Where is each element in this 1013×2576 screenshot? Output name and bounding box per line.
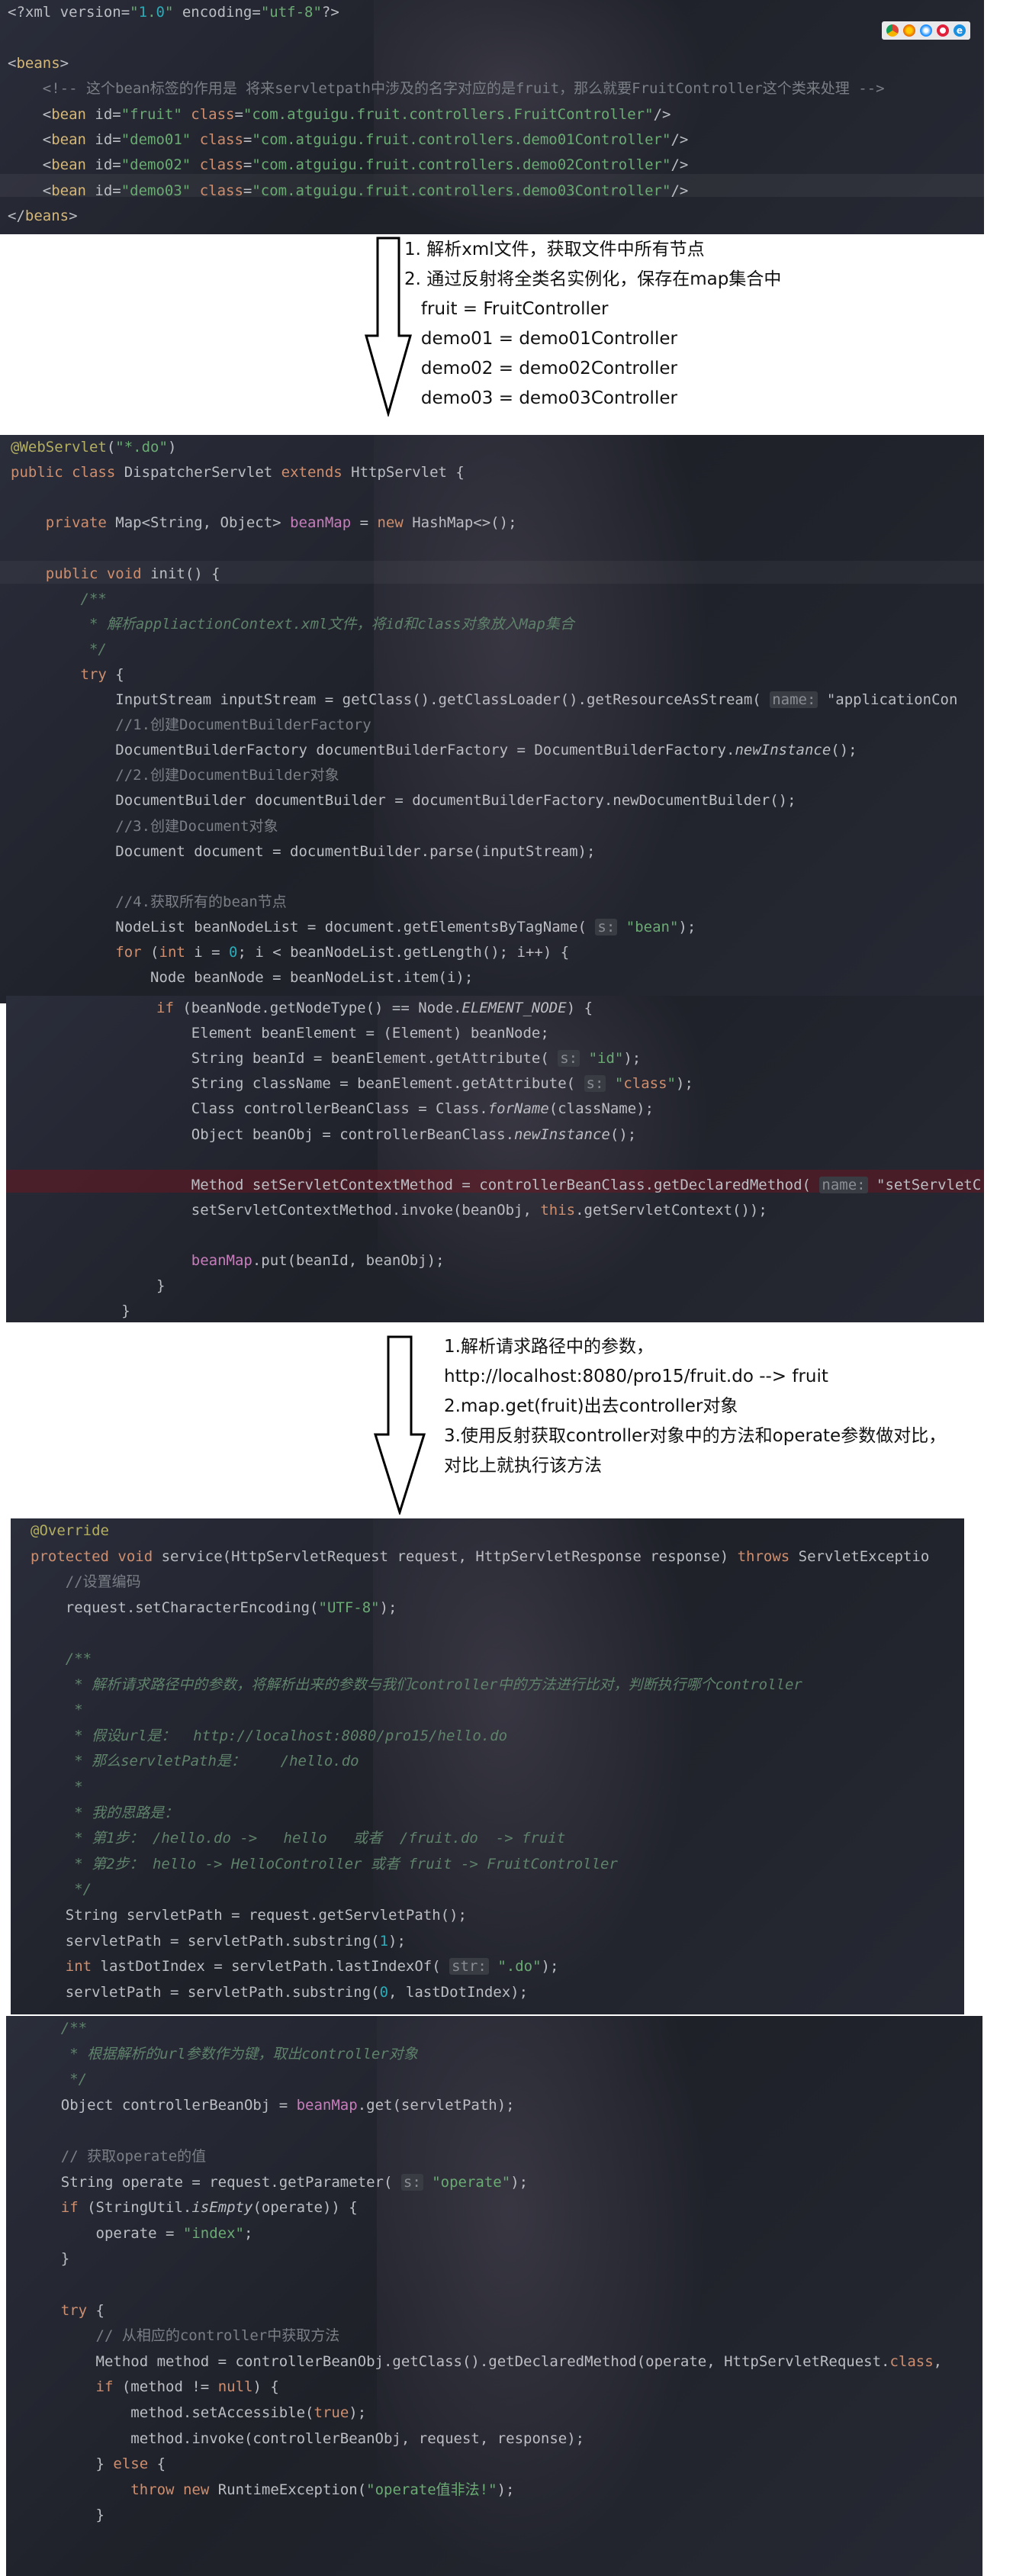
annotation-line: fruit = FruitController xyxy=(404,299,609,319)
code-line: <beans> xyxy=(8,54,69,72)
code-line: String beanId = beanElement.getAttribute… xyxy=(17,1050,642,1067)
code-line: //3.创建Document对象 xyxy=(11,817,278,835)
chrome-icon[interactable] xyxy=(886,24,899,37)
code-line: <bean id="demo02" class="com.atguigu.fru… xyxy=(8,156,689,174)
browser-icons: e xyxy=(882,21,970,40)
code-line: DocumentBuilderFactory documentBuilderFa… xyxy=(11,742,857,759)
code-line: Document document = documentBuilder.pars… xyxy=(11,842,596,860)
annotation-line: 1. 解析xml文件，获取文件中所有节点 xyxy=(404,240,705,259)
code-line: /** xyxy=(26,2020,88,2037)
annotation-line: 3.使用反射获取controller对象中的方法和operate参数做对比， xyxy=(444,1426,947,1446)
code-line: String operate = request.getParameter( s… xyxy=(26,2173,529,2191)
code-line: String className = beanElement.getAttrib… xyxy=(17,1075,693,1093)
annotation-line: 1.解析请求路径中的参数， xyxy=(444,1337,654,1357)
code-line: beanMap.put(beanId, beanObj); xyxy=(191,1252,445,1269)
annotation-line: demo02 = demo02Controller xyxy=(404,359,677,378)
firefox-icon[interactable] xyxy=(903,24,915,37)
code-line: servletPath = servletPath.substring(1); xyxy=(31,1932,406,1950)
code-line: try { xyxy=(60,2301,105,2319)
code-line: operate = "index"; xyxy=(26,2224,253,2242)
code-line: // 获取operate的值 xyxy=(26,2148,207,2165)
code-line: <?xml version="1.0" encoding="utf-8"?> xyxy=(8,4,339,21)
code-line: */ xyxy=(11,640,107,658)
code-line: try { xyxy=(80,665,124,683)
annotation-line: http://localhost:8080/pro15/fruit.do -->… xyxy=(444,1367,828,1386)
ie-icon[interactable]: e xyxy=(954,24,966,37)
code-line: } xyxy=(26,2250,70,2268)
code-line: </beans> xyxy=(8,208,78,225)
code-line: * 解析appliactionContext.xml文件，将id和class对象… xyxy=(11,615,574,633)
code-line: if (method != null) { xyxy=(95,2378,279,2396)
code-line: * 解析请求路径中的参数，将解析出来的参数与我们controller中的方法进行… xyxy=(31,1676,802,1693)
code-line: /** xyxy=(11,590,107,607)
code-line: request.setCharacterEncoding("UTF-8"); xyxy=(31,1599,397,1616)
code-line: @WebServlet("*.do") xyxy=(11,439,177,456)
code-line: int lastDotIndex = servletPath.lastIndex… xyxy=(65,1958,559,1975)
code-line: * xyxy=(31,1779,83,1795)
code-line: public class DispatcherServlet extends H… xyxy=(11,464,465,481)
code-line: private Map<String, Object> beanMap = ne… xyxy=(45,514,517,532)
service-code-panel: @Override protected void service(HttpServ… xyxy=(11,1518,964,2014)
code-line: public void init() { xyxy=(45,565,220,582)
code-line: // 从相应的controller中获取方法 xyxy=(26,2327,340,2345)
code-line: Object beanObj = controllerBeanClass.new… xyxy=(17,1125,637,1143)
code-line: */ xyxy=(31,1881,92,1898)
code-line: @Override xyxy=(31,1522,109,1539)
code-line: <!-- 这个bean标签的作用是 将来servletpath中涉及的名字对应的… xyxy=(8,80,885,98)
code-line: servletPath = servletPath.substring(0, l… xyxy=(31,1983,529,2001)
annotation-xml-parse: 1. 解析xml文件，获取文件中所有节点 2. 通过反射将全类名实例化，保存在m… xyxy=(404,238,781,410)
code-line: Class controllerBeanClass = Class.forNam… xyxy=(17,1100,654,1118)
opera-icon[interactable] xyxy=(937,24,949,37)
code-line: } xyxy=(17,1302,130,1320)
code-line: method.invoke(controllerBeanObj, request… xyxy=(26,2429,585,2447)
code-line: Element beanElement = (Element) beanNode… xyxy=(17,1025,549,1042)
code-line: * 第1步： /hello.do -> hello 或者 /fruit.do -… xyxy=(31,1830,566,1847)
code-line: //1.创建DocumentBuilderFactory xyxy=(11,716,371,734)
code-line: setServletContextMethod.invoke(beanObj, … xyxy=(17,1201,767,1219)
annotation-line: 对比上就执行该方法 xyxy=(444,1456,602,1476)
code-line: Method method = controllerBeanObj.getCla… xyxy=(26,2352,951,2370)
code-line: <bean id="fruit" class="com.atguigu.frui… xyxy=(8,105,671,123)
code-line: method.setAccessible(true); xyxy=(26,2404,367,2421)
code-line: DocumentBuilder documentBuilder = docume… xyxy=(11,792,796,810)
init-code-panel: @WebServlet("*.do") public class Dispatch… xyxy=(0,435,984,1003)
service-dispatch-code-panel: /** * 根据解析的url参数作为键，取出controller对象 */ Ob… xyxy=(6,2016,982,2576)
code-line: Node beanNode = beanNodeList.item(i); xyxy=(11,969,474,987)
code-line: <bean id="demo01" class="com.atguigu.fru… xyxy=(8,131,689,148)
code-line: } xyxy=(17,1277,166,1295)
code-line: * 我的思路是： xyxy=(31,1804,179,1821)
code-line: //4.获取所有的bean节点 xyxy=(11,893,287,910)
code-line: NodeList beanNodeList = document.getElem… xyxy=(11,918,696,935)
code-line: //2.创建DocumentBuilder对象 xyxy=(11,767,339,784)
code-line: } xyxy=(26,2507,105,2524)
code-line: protected void service(HttpServletReques… xyxy=(31,1547,930,1565)
code-line: //设置编码 xyxy=(31,1573,141,1591)
code-line: for (int i = 0; i < beanNodeList.getLeng… xyxy=(115,944,570,961)
code-line: if (beanNode.getNodeType() == Node.ELEME… xyxy=(156,1000,593,1016)
safari-icon[interactable] xyxy=(920,24,932,37)
code-line: Object controllerBeanObj = beanMap.get(s… xyxy=(26,2096,515,2114)
xml-code-panel: e <?xml version="1.0" encoding="utf-8"?>… xyxy=(0,0,984,234)
annotation-line: 2. 通过反射将全类名实例化，保存在map集合中 xyxy=(404,269,782,289)
init-loop-code-panel: if (beanNode.getNodeType() == Node.ELEME… xyxy=(6,996,984,1322)
code-line: <bean id="demo03" class="com.atguigu.fru… xyxy=(8,182,689,199)
code-line: InputStream inputStream = getClass().get… xyxy=(11,691,958,708)
code-line: * 假设url是： http://localhost:8080/pro15/he… xyxy=(31,1727,508,1744)
annotation-line: demo01 = demo01Controller xyxy=(404,329,677,349)
annotation-line: 2.map.get(fruit)出去controller对象 xyxy=(444,1396,738,1416)
code-line: * 第2步： hello -> HelloController 或者 fruit… xyxy=(31,1855,618,1872)
annotation-request-parse: 1.解析请求路径中的参数， http://localhost:8080/pro1… xyxy=(444,1335,946,1477)
code-line: if (StringUtil.isEmpty(operate)) { xyxy=(60,2199,358,2217)
down-arrow-icon xyxy=(374,1335,426,1515)
code-line: * xyxy=(31,1702,83,1719)
code-line: throw new RuntimeException("operate值非法!"… xyxy=(130,2481,515,2498)
annotation-line: demo03 = demo03Controller xyxy=(404,388,677,408)
code-line: * 根据解析的url参数作为键，取出controller对象 xyxy=(26,2045,418,2062)
code-line: String servletPath = request.getServletP… xyxy=(31,1907,467,1924)
code-line: /** xyxy=(31,1650,92,1667)
code-line: * 那么servletPath是： /hello.do xyxy=(31,1753,359,1770)
code-line: Method setServletContextMethod = control… xyxy=(17,1176,982,1193)
code-line: */ xyxy=(26,2071,88,2088)
code-line: } else { xyxy=(26,2455,166,2473)
